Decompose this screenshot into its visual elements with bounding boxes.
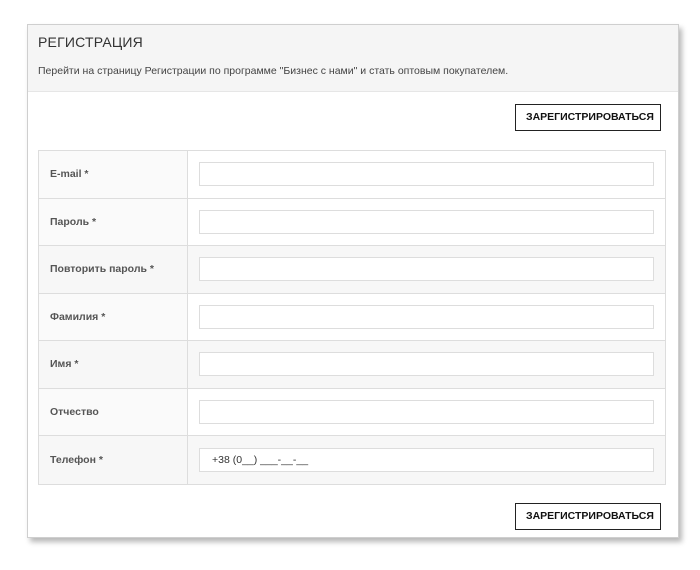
password-input[interactable]: [199, 209, 654, 234]
middle-name-input-cell: [188, 388, 665, 435]
last-name-label: Фамилия *: [39, 293, 188, 340]
phone-input-cell: [188, 436, 665, 484]
phone-label: Телефон *: [39, 436, 188, 484]
repeat-password-input-cell: [188, 246, 665, 293]
middle-name-input[interactable]: [199, 399, 654, 424]
email-label: E-mail *: [39, 151, 188, 198]
last-name-input-cell: [188, 293, 665, 340]
phone-input[interactable]: [199, 447, 654, 472]
register-button-bottom[interactable]: ЗАРЕГИСТРИРОВАТЬСЯ: [515, 503, 661, 530]
first-name-input[interactable]: [199, 352, 654, 377]
form-row-middle-name: Отчество: [39, 388, 665, 436]
password-input-cell: [188, 198, 665, 245]
first-name-label: Имя *: [39, 341, 188, 388]
email-input[interactable]: [199, 162, 654, 187]
panel-header: РЕГИСТРАЦИЯ Перейти на страницу Регистра…: [28, 25, 678, 92]
form-row-phone: Телефон *: [39, 436, 665, 484]
form-row-repeat-password: Повторить пароль *: [39, 246, 665, 294]
form-row-first-name: Имя *: [39, 341, 665, 389]
registration-panel: РЕГИСТРАЦИЯ Перейти на страницу Регистра…: [27, 24, 679, 538]
repeat-password-input[interactable]: [199, 257, 654, 282]
last-name-input[interactable]: [199, 304, 654, 329]
email-input-cell: [188, 151, 665, 198]
first-name-input-cell: [188, 341, 665, 388]
panel-title: РЕГИСТРАЦИЯ: [38, 34, 143, 50]
panel-description: Перейти на страницу Регистрации по прогр…: [38, 65, 509, 77]
form-row-last-name: Фамилия *: [39, 293, 665, 341]
password-label: Пароль *: [39, 198, 188, 245]
form-row-email: E-mail *: [39, 151, 665, 199]
middle-name-label: Отчество: [39, 388, 188, 435]
register-button-top[interactable]: ЗАРЕГИСТРИРОВАТЬСЯ: [515, 104, 661, 131]
form-row-password: Пароль *: [39, 198, 665, 246]
registration-form: E-mail * Пароль * Повторить пароль * Фам…: [38, 150, 666, 485]
repeat-password-label: Повторить пароль *: [39, 246, 188, 293]
